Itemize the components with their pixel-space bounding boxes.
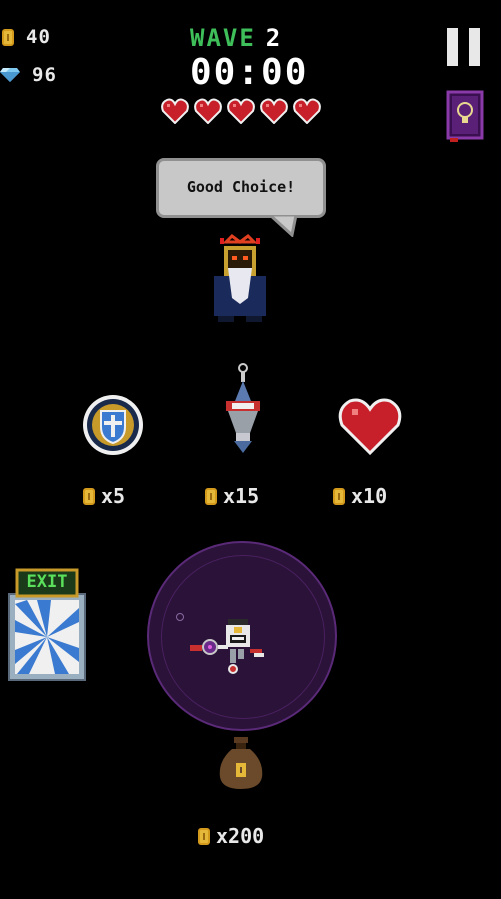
exit-portal-button[interactable]: EXIT	[7, 568, 87, 682]
coin-icon	[333, 487, 345, 505]
wave-label: WAVE	[190, 24, 256, 52]
hint-book-button[interactable]	[446, 90, 484, 142]
heart-icon	[227, 98, 255, 124]
lightbulb-icon	[446, 90, 484, 142]
bag-price-text: x200	[216, 824, 265, 848]
rocket-turret-icon	[226, 363, 260, 453]
heart-icon	[338, 398, 402, 456]
merchant-character	[214, 234, 266, 322]
pause-icon	[447, 28, 458, 66]
heart-icon	[260, 98, 288, 124]
lives-hearts	[161, 98, 321, 124]
crosshair-icon	[176, 613, 184, 621]
heart-price-text: x10	[351, 484, 388, 508]
money-bag-icon[interactable]	[218, 735, 264, 791]
coin-icon	[205, 487, 217, 505]
heart-icon	[161, 98, 189, 124]
turret-price-text: x15	[223, 484, 260, 508]
coin-icon	[2, 28, 14, 46]
heart-price: x10	[333, 484, 387, 508]
speech-bubble-tail	[270, 215, 298, 237]
shield-price-text: x5	[101, 484, 126, 508]
wave-timer: 00:00	[190, 52, 309, 93]
coin-count: 40	[26, 26, 51, 48]
coin-counter: 40	[2, 26, 51, 48]
shield-icon	[83, 395, 143, 455]
shop-item-heart[interactable]	[338, 397, 402, 459]
gem-counter: 96	[0, 64, 57, 86]
gem-icon	[0, 68, 20, 82]
merchant-speech-bubble: Good Choice!	[156, 158, 326, 218]
shop-item-rocket-turret[interactable]	[220, 363, 266, 459]
heart-icon	[194, 98, 222, 124]
gem-count: 96	[32, 64, 57, 86]
heart-icon	[293, 98, 321, 124]
shop-item-shield[interactable]	[81, 393, 145, 461]
shield-price: x5	[83, 484, 125, 508]
wave-number: 2	[265, 24, 281, 52]
coin-icon	[83, 487, 95, 505]
turret-price: x15	[205, 484, 259, 508]
bag-price: x200	[198, 824, 264, 848]
pause-button[interactable]	[447, 28, 481, 68]
hero-character	[190, 619, 264, 674]
exit-label: EXIT	[26, 572, 68, 592]
wave-indicator: WAVE 2	[190, 24, 280, 52]
coin-icon	[198, 827, 210, 845]
merchant-speech-text: Good Choice!	[186, 178, 296, 196]
